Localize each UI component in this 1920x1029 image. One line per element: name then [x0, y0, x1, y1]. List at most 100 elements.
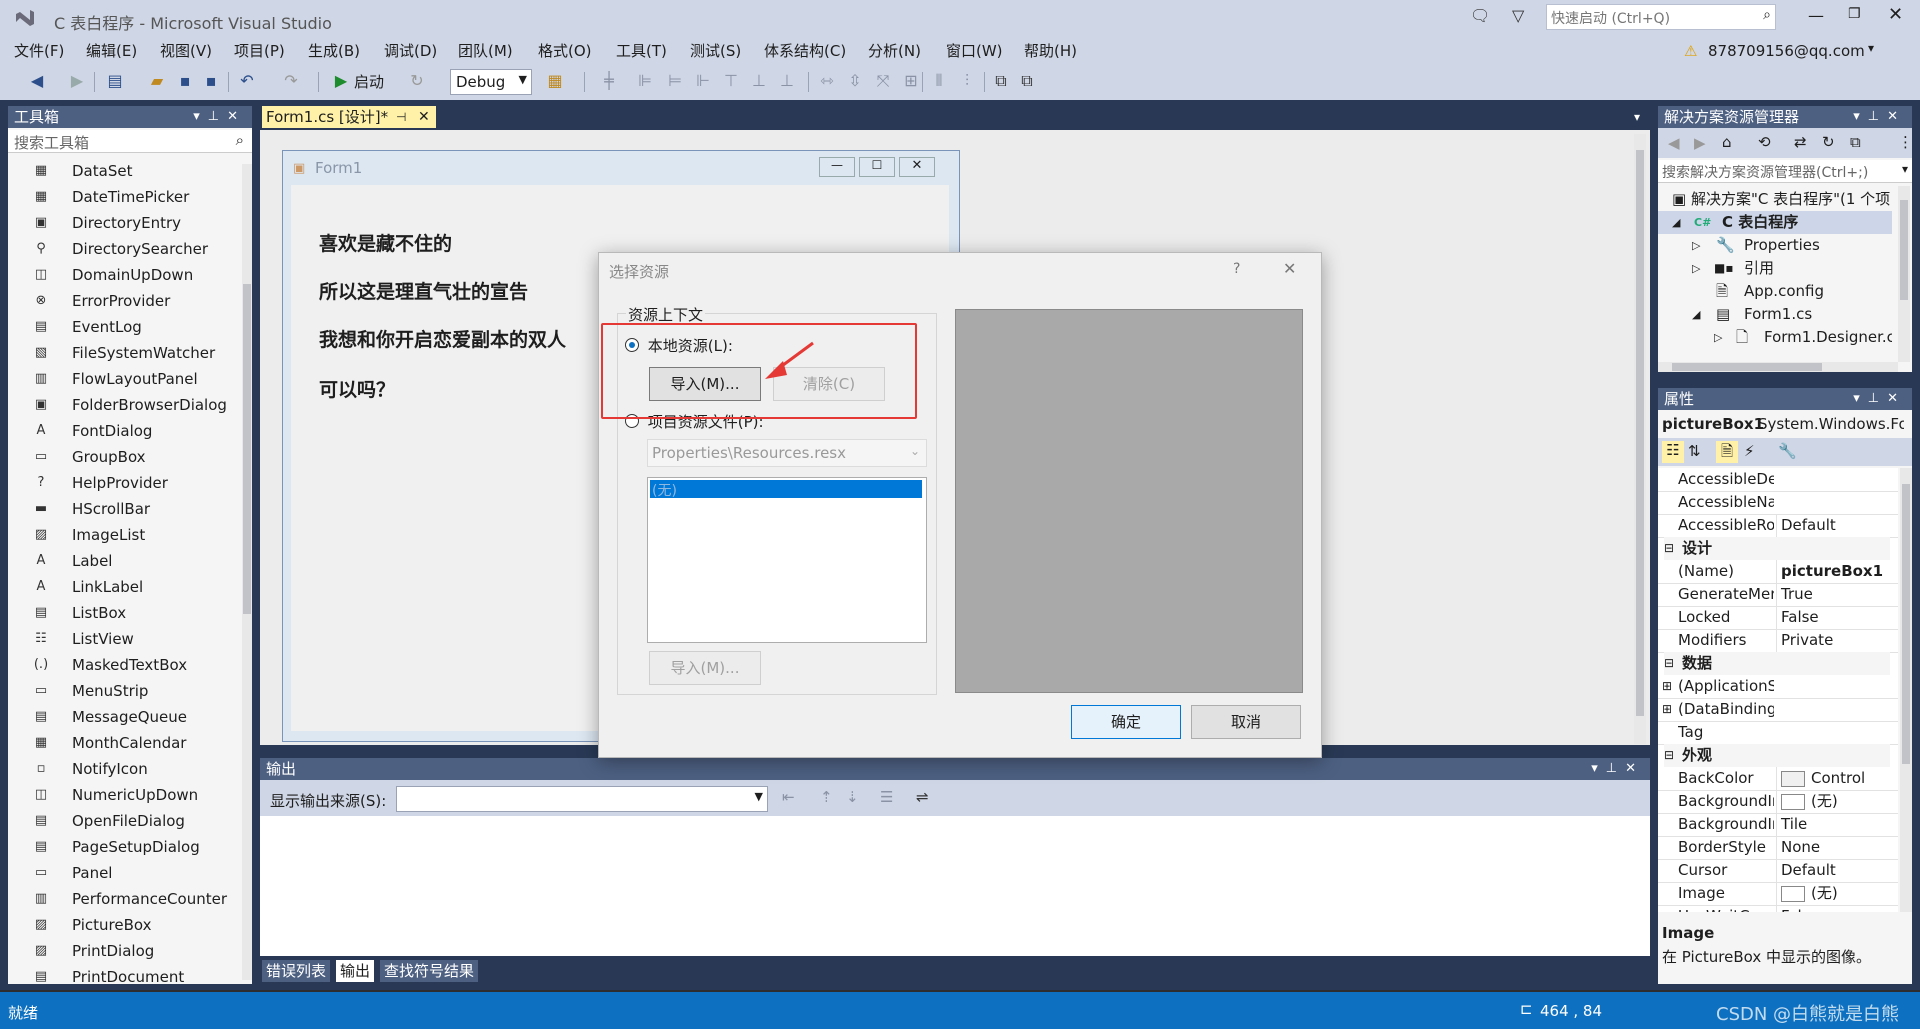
tree-form1-designer[interactable]: ▷ 🗋 Form1.Designer.cs	[1714, 326, 1892, 349]
collapse-icon[interactable]: ⊟	[1664, 537, 1674, 560]
align-center-icon[interactable]: ⊨	[664, 70, 686, 92]
output-pane[interactable]	[260, 816, 1650, 956]
property-category[interactable]: ⊟ 数据	[1664, 652, 1890, 675]
property-row[interactable]: Cursor Default	[1658, 859, 1898, 883]
menu-tools[interactable]: 工具(T)	[616, 40, 667, 61]
property-category[interactable]: ⊟ 外观	[1664, 744, 1890, 767]
send-back-icon[interactable]: ⧉	[1016, 70, 1038, 92]
tree-app-config[interactable]: 🗎 App.config	[1692, 280, 1892, 303]
panel-controls-icon[interactable]: ▾⊥✕	[1591, 758, 1644, 780]
pending-changes-icon[interactable]: ⇄	[1794, 133, 1807, 151]
property-value[interactable]: Default	[1776, 514, 1891, 537]
close-button[interactable]: ✕	[1888, 4, 1903, 25]
cancel-button[interactable]: 取消	[1191, 705, 1301, 739]
word-wrap-icon[interactable]: ⇌	[916, 788, 929, 806]
panel-controls-icon[interactable]: ▾⊥✕	[1853, 388, 1906, 410]
property-row[interactable]: Image (无)	[1658, 882, 1898, 906]
form-label-line-1[interactable]: 喜欢是藏不住的	[319, 229, 452, 256]
property-row[interactable]: ⊞ (ApplicationS	[1658, 675, 1898, 699]
sync-icon[interactable]: ⟲	[1758, 133, 1771, 151]
form-label-line-2[interactable]: 所以这是理直气壮的宣告	[319, 277, 528, 304]
expand-icon[interactable]: ⊞	[1662, 698, 1672, 721]
align-top-icon[interactable]: ⊤	[720, 70, 742, 92]
ok-button[interactable]: 确定	[1071, 705, 1181, 739]
menu-team[interactable]: 团队(M)	[458, 40, 513, 61]
tab-find-symbol[interactable]: 查找符号结果	[380, 960, 479, 982]
toolbox-scrollbar[interactable]	[242, 164, 252, 980]
toolbox-item-datetimepicker[interactable]: ▦ DateTimePicker	[8, 184, 236, 210]
filter-icon[interactable]: ▽	[1512, 6, 1524, 25]
toolbox-item-printdialog[interactable]: ▨ PrintDialog	[8, 938, 236, 964]
property-value[interactable]: Default	[1776, 859, 1891, 882]
form-maximize-icon[interactable]: ☐	[859, 157, 895, 177]
toolbox-item-flowlayoutpanel[interactable]: ▥ FlowLayoutPanel	[8, 366, 236, 392]
goto-up-icon[interactable]: ⇡	[820, 788, 833, 806]
collapse-icon[interactable]: ⊟	[1664, 652, 1674, 675]
doc-tab-overflow-icon[interactable]: ▾	[1634, 110, 1640, 124]
property-row[interactable]: UseWaitCurs False	[1658, 905, 1898, 912]
goto-down-icon[interactable]: ⇣	[846, 788, 859, 806]
property-value[interactable]: None	[1776, 836, 1891, 859]
toolbox-item-linklabel[interactable]: A LinkLabel	[8, 574, 236, 600]
toolbox-item-directoryentry[interactable]: ▣ DirectoryEntry	[8, 210, 236, 236]
import-project-button[interactable]: 导入(M)...	[649, 651, 761, 685]
toolbox-item-messagequeue[interactable]: ▤ MessageQueue	[8, 704, 236, 730]
size-to-grid-icon[interactable]: ⊞	[900, 70, 922, 92]
quick-launch-input[interactable]: 快速启动 (Ctrl+Q) ⌕	[1546, 4, 1776, 30]
minimize-button[interactable]: —	[1808, 6, 1824, 25]
tree-references[interactable]: ▷ ■▪ 引用	[1692, 257, 1892, 280]
save-icon[interactable]: ▪	[174, 70, 196, 92]
tree-solution[interactable]: ▣ 解决方案"C 表白程序"(1 个项目)	[1672, 188, 1892, 211]
property-row[interactable]: Locked False	[1658, 606, 1898, 630]
property-category[interactable]: ⊟ 设计	[1664, 537, 1890, 560]
property-row[interactable]: BackgroundIr Tile	[1658, 813, 1898, 837]
tree-properties[interactable]: ▷ 🔧 Properties	[1692, 234, 1892, 257]
menu-edit[interactable]: 编辑(E)	[86, 40, 137, 61]
properties-scrollbar[interactable]	[1900, 468, 1912, 912]
property-value[interactable]: Private	[1776, 629, 1891, 652]
account-name[interactable]: 878709156@qq.com	[1708, 42, 1865, 60]
clear-all-icon[interactable]: ☰	[880, 788, 893, 806]
collapse-icon[interactable]: ⊟	[1664, 744, 1674, 767]
property-value[interactable]: False	[1776, 606, 1891, 629]
account-dropdown-icon[interactable]: ▾	[1868, 41, 1874, 55]
property-row[interactable]: BackgroundIr (无)	[1658, 790, 1898, 814]
toolbox-item-fontdialog[interactable]: A FontDialog	[8, 418, 236, 444]
refresh-icon[interactable]: ↻	[1822, 133, 1835, 151]
home-icon[interactable]: ⌂	[1722, 133, 1732, 151]
property-value[interactable]: True	[1776, 583, 1891, 606]
dialog-help-button[interactable]: ?	[1233, 261, 1240, 277]
toolbox-item-hscrollbar[interactable]: ▬ HScrollBar	[8, 496, 236, 522]
panel-controls-icon[interactable]: ▾⊥✕	[193, 106, 246, 128]
pin-icon[interactable]: ⊣	[396, 106, 406, 128]
form-close-icon[interactable]: ✕	[899, 157, 935, 177]
property-row[interactable]: Tag	[1658, 721, 1898, 745]
resx-file-select[interactable]: Properties\Resources.resx ⌄	[647, 439, 927, 467]
tree-project[interactable]: ◢ C# C 表白程序	[1658, 211, 1892, 234]
menu-test[interactable]: 测试(S)	[690, 40, 741, 61]
open-file-icon[interactable]: ▰	[146, 70, 168, 92]
property-row[interactable]: BorderStyle None	[1658, 836, 1898, 860]
toolbox-item-listbox[interactable]: ▤ ListBox	[8, 600, 236, 626]
same-height-icon[interactable]: ⇳	[844, 70, 866, 92]
more-icon[interactable]: ⋮	[1898, 133, 1913, 151]
toolbox-item-domainupdown[interactable]: ◫ DomainUpDown	[8, 262, 236, 288]
property-value[interactable]: Tile	[1776, 813, 1891, 836]
align-middle-icon[interactable]: ⊥	[748, 70, 770, 92]
form-label-line-3[interactable]: 我想和你开启恋爱副本的双人	[319, 325, 566, 352]
back-icon[interactable]: ◀	[1668, 134, 1680, 152]
same-width-icon[interactable]: ⇿	[816, 70, 838, 92]
alphabetical-icon[interactable]: ⇅	[1688, 442, 1701, 460]
feedback-icon[interactable]: 🗨	[1470, 6, 1490, 25]
property-row[interactable]: BackColor Control	[1658, 767, 1898, 791]
align-bottom-icon[interactable]: ⊥	[776, 70, 798, 92]
form-label-line-4[interactable]: 可以吗？	[319, 375, 395, 402]
menu-project[interactable]: 项目(P)	[234, 40, 285, 61]
property-value[interactable]: Control	[1776, 767, 1891, 790]
toolbox-item-eventlog[interactable]: ▤ EventLog	[8, 314, 236, 340]
menu-format[interactable]: 格式(O)	[538, 40, 592, 61]
back-icon[interactable]: ◀	[26, 70, 48, 92]
start-icon[interactable]: ▶	[330, 70, 352, 92]
menu-file[interactable]: 文件(F)	[14, 40, 64, 61]
new-project-icon[interactable]: ▤	[104, 70, 126, 92]
